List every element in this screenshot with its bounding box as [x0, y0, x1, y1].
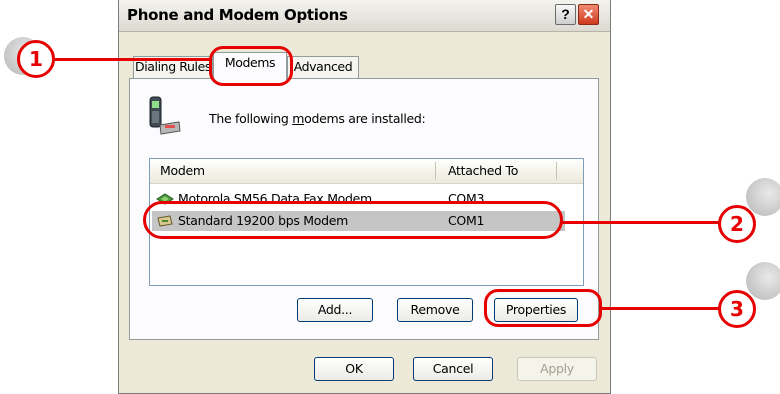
tab-label: Dialing Rules [134, 59, 212, 74]
tab-advanced[interactable]: Advanced [287, 56, 359, 78]
callout-line-3 [601, 307, 719, 310]
callout-badge-1: 1 [17, 40, 55, 78]
window-title: Phone and Modem Options [127, 6, 348, 24]
callout-line-1 [55, 58, 210, 61]
column-header-modem[interactable]: Modem [160, 159, 205, 183]
ok-button[interactable]: OK [314, 357, 394, 381]
badge-shadow [746, 262, 780, 300]
phone-modem-icon [149, 96, 181, 135]
tab-label: Advanced [293, 59, 353, 74]
callout-ring-properties-button [484, 289, 602, 327]
close-button[interactable]: ✕ [578, 4, 599, 25]
callout-badge-3: 3 [718, 290, 756, 328]
column-header-attached-to[interactable]: Attached To [448, 159, 518, 183]
column-divider[interactable] [435, 162, 436, 180]
add-button[interactable]: Add... [297, 298, 373, 322]
cancel-button[interactable]: Cancel [413, 357, 493, 381]
callout-badge-2: 2 [718, 205, 756, 243]
callout-line-2 [562, 221, 719, 224]
apply-button[interactable]: Apply [517, 357, 597, 381]
title-bar[interactable]: Phone and Modem Options ? ✕ [119, 0, 610, 32]
list-header: Modem Attached To [150, 159, 583, 184]
callout-ring-modems-tab [209, 46, 293, 86]
installed-modems-label: The following modems are installed: [209, 111, 426, 126]
close-icon: ✕ [582, 6, 595, 22]
callout-ring-standard-modem [143, 201, 563, 239]
question-icon: ? [561, 6, 570, 22]
remove-button[interactable]: Remove [397, 298, 473, 322]
column-divider[interactable] [556, 162, 557, 180]
help-button[interactable]: ? [555, 4, 576, 25]
